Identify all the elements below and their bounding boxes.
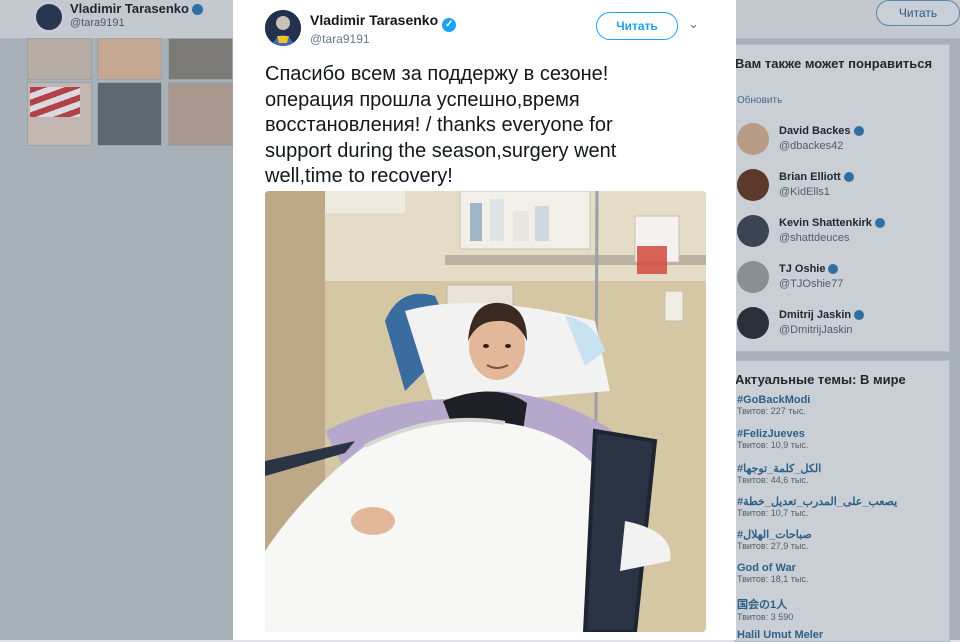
suggestion-name[interactable]: Kevin Shattenkirk [779,217,885,229]
suggestion-name-text[interactable]: TJ Oshie [779,263,825,275]
trend-count: Твитов: 227 тыс. [737,406,806,416]
trend-name[interactable]: #صباحات_الهلال [737,528,943,541]
verified-badge-icon [843,172,854,183]
suggestion-item[interactable]: Brian Elliott @KidElls1 [735,169,949,211]
tweet-text-line: support during the season,surgery went [265,139,617,162]
photo-thumbnail[interactable] [27,82,92,146]
suggestion-handle: @shattdeuces [779,232,850,244]
suggestion-name-text[interactable]: Brian Elliott [779,171,841,183]
photo-thumbnail[interactable] [97,38,162,80]
hospital-photo-illustration [265,191,706,632]
photo-thumbnail[interactable] [168,82,233,146]
trend-item[interactable]: #GoBackModi Твитов: 227 тыс. [737,394,943,416]
suggestion-name[interactable]: David Backes [779,125,864,137]
trend-name[interactable]: #GoBackModi [737,394,943,406]
tweet-text-line: операция прошла успешно,время [265,88,580,111]
author-name-text[interactable]: Vladimir Tarasenko [310,12,438,28]
trend-count: Твитов: 3 590 [737,612,794,622]
suggestion-name-text[interactable]: Dmitrij Jaskin [779,309,851,321]
suggestion-name-text[interactable]: Kevin Shattenkirk [779,217,872,229]
who-to-follow-title: Вам также может понравиться [735,56,933,71]
tweet-text-line: well,time to recovery! [265,165,453,187]
verified-badge-icon: ✓ [442,18,457,32]
trend-count: Твитов: 10,9 тыс. [737,440,809,450]
trend-name[interactable]: #يصعب_على_المدرب_تعديل_خطة [737,495,943,508]
background-profile-handle: @tara9191 [70,17,125,29]
verified-badge-icon [854,310,865,321]
trend-count: Твитов: 44,6 тыс. [737,475,809,485]
suggestion-handle: @DmitrijJaskin [779,324,853,336]
trend-item[interactable]: 国会の1人 Твитов: 3 590 [737,596,943,622]
verified-badge-icon [828,264,839,275]
trend-item[interactable]: #FelizJueves Твитов: 10,9 тыс. [737,428,943,450]
trend-name[interactable]: Halil Umut Meler [737,629,943,641]
follow-button[interactable]: Читать [596,12,678,40]
trend-name[interactable]: #FelizJueves [737,428,943,440]
verified-badge-icon [853,126,864,137]
suggestion-name-text[interactable]: David Backes [779,125,851,137]
suggestion-handle: @dbackes42 [779,140,844,152]
trends-panel: Актуальные темы: В мире #GoBackModi Твит… [734,360,950,642]
trend-item[interactable]: #يصعب_على_المدرب_تعديل_خطة Твитов: 10,7 … [737,495,943,518]
suggestion-name[interactable]: Dmitrij Jaskin [779,309,865,321]
suggestion-handle: @TJOshie77 [779,278,844,290]
suggestion-item[interactable]: Dmitrij Jaskin @DmitrijJaskin [735,307,949,349]
author-avatar-image [265,10,301,46]
suggestion-name[interactable]: Brian Elliott [779,171,854,183]
photo-thumbnail[interactable] [168,38,233,80]
verified-badge-icon [191,4,203,16]
author-handle[interactable]: @tara9191 [310,32,370,46]
trend-name[interactable]: God of War [737,562,943,574]
background-avatar [34,2,64,32]
suggestion-handle: @KidElls1 [779,186,830,198]
refresh-link[interactable]: Обновить [737,95,782,106]
avatar[interactable] [737,215,769,247]
avatar[interactable] [737,123,769,155]
author-avatar[interactable] [265,10,301,46]
background-profile-name-text: Vladimir Tarasenko [70,1,189,16]
author-name[interactable]: Vladimir Tarasenko ✓ [310,12,457,32]
trend-item[interactable]: God of War Твитов: 18,1 тыс. [737,562,943,584]
trend-name[interactable]: #الكل_كلمة_توجها [737,462,943,475]
trend-item[interactable]: #الكل_كلمة_توجها Твитов: 44,6 тыс. [737,462,943,485]
trend-name[interactable]: 国会の1人 [737,596,943,612]
background-follow-button[interactable]: Читать [876,0,960,26]
photo-thumbnail[interactable] [27,38,92,80]
suggestion-item[interactable]: TJ Oshie @TJOshie77 [735,261,949,303]
trend-count: Твитов: 10,7 тыс. [737,508,809,518]
flag-image [30,87,80,117]
trend-item[interactable]: #صباحات_الهلال Твитов: 27,9 тыс. [737,528,943,551]
chevron-down-icon[interactable]: ⌄ [688,16,699,32]
who-to-follow-panel: Вам также может понравиться Обновить Dav… [734,44,950,352]
suggestion-item[interactable]: David Backes @dbackes42 [735,123,949,165]
trend-item[interactable]: Halil Umut Meler [737,629,943,641]
avatar[interactable] [737,307,769,339]
tweet-text: Спасибо всем за поддержу в сезоне! опера… [265,62,715,190]
trend-count: Твитов: 27,9 тыс. [737,541,809,551]
tweet-text-line: Спасибо всем за поддержу в сезоне! [265,63,609,85]
trends-title: Актуальные темы: В мире [735,372,906,387]
tweet-text-line: восстановления! / thanks everyone for [265,114,613,136]
background-profile-name: Vladimir Tarasenko [70,1,203,16]
suggestion-item[interactable]: Kevin Shattenkirk @shattdeuces [735,215,949,257]
tweet-photo[interactable] [265,191,706,632]
trend-count: Твитов: 18,1 тыс. [737,574,809,584]
photo-thumbnail[interactable] [97,82,162,146]
avatar[interactable] [737,169,769,201]
avatar[interactable] [737,261,769,293]
verified-badge-icon [874,218,885,229]
suggestion-name[interactable]: TJ Oshie [779,263,839,275]
